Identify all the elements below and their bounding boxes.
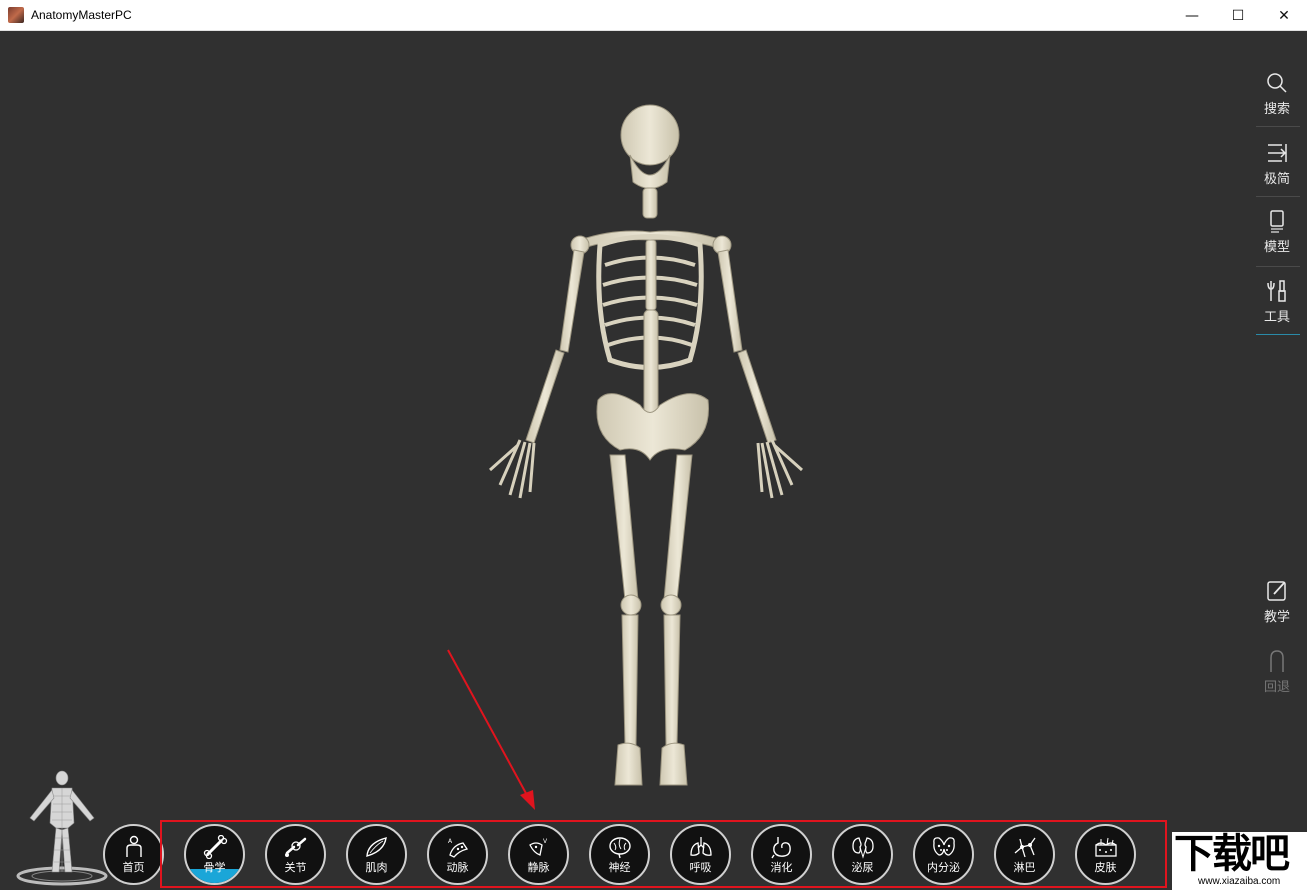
category-lymph[interactable]: 淋巴 — [994, 824, 1055, 885]
category-respiratory[interactable]: 呼吸 — [670, 824, 731, 885]
window-title: AnatomyMasterPC — [31, 8, 132, 22]
category-bone-label: 骨学 — [204, 859, 226, 875]
title-bar: AnatomyMasterPC — ☐ ✕ — [0, 0, 1307, 31]
category-digestive-label: 消化 — [771, 859, 793, 875]
category-lymph-label: 淋巴 — [1014, 859, 1036, 875]
watermark-url: www.xiazaiba.com — [1198, 876, 1280, 887]
category-muscle-label: 肌肉 — [366, 859, 388, 875]
kidney-icon — [850, 835, 876, 859]
bone-icon — [202, 835, 228, 859]
category-respiratory-label: 呼吸 — [690, 859, 712, 875]
minimal-label: 极简 — [1264, 168, 1290, 187]
lungs-icon — [688, 835, 714, 859]
teaching-tool[interactable]: 教学 — [1254, 572, 1300, 634]
tools-tool[interactable]: 工具 — [1254, 272, 1300, 334]
search-icon — [1264, 70, 1290, 96]
annotation-arrow — [440, 645, 550, 815]
category-urinary-label: 泌尿 — [852, 859, 874, 875]
maximize-button[interactable]: ☐ — [1215, 0, 1261, 31]
category-artery-label: 动脉 — [447, 859, 469, 875]
category-joint-label: 关节 — [285, 859, 307, 875]
collapse-icon — [1264, 140, 1290, 166]
close-button[interactable]: ✕ — [1261, 0, 1307, 31]
teaching-label: 教学 — [1264, 606, 1290, 625]
model-label: 模型 — [1264, 236, 1290, 255]
undo-icon — [1264, 648, 1290, 674]
stomach-icon — [769, 835, 795, 859]
undo-label: 回退 — [1264, 676, 1290, 695]
window-controls: — ☐ ✕ — [1169, 0, 1307, 31]
search-label: 搜索 — [1264, 98, 1290, 117]
svg-text:V: V — [543, 838, 548, 845]
category-skin-label: 皮肤 — [1095, 859, 1117, 875]
lymph-icon — [1012, 835, 1038, 859]
model-icon — [1264, 208, 1290, 234]
category-vein[interactable]: V 静脉 — [508, 824, 569, 885]
tools-label: 工具 — [1264, 306, 1290, 325]
category-digestive[interactable]: 消化 — [751, 824, 812, 885]
category-endocrine[interactable]: 内分泌 — [913, 824, 974, 885]
category-nerve[interactable]: 神经 — [589, 824, 650, 885]
joint-icon — [283, 835, 309, 859]
undo-tool[interactable]: 回退 — [1254, 642, 1300, 704]
orientation-figure[interactable] — [16, 768, 108, 886]
edit-icon — [1264, 578, 1290, 604]
category-skin[interactable]: 皮肤 — [1075, 824, 1136, 885]
minimal-tool[interactable]: 极简 — [1254, 134, 1300, 196]
category-artery[interactable]: A 动脉 — [427, 824, 488, 885]
minimize-button[interactable]: — — [1169, 0, 1215, 31]
home-label: 首页 — [123, 859, 145, 875]
vein-icon: V — [526, 835, 552, 859]
svg-text:A: A — [448, 838, 453, 845]
category-endocrine-label: 内分泌 — [927, 859, 960, 875]
search-tool[interactable]: 搜索 — [1254, 64, 1300, 126]
home-button[interactable]: 首页 — [103, 824, 164, 885]
tools-icon — [1264, 278, 1290, 304]
category-bone[interactable]: 骨学 — [184, 824, 245, 885]
app-icon — [8, 7, 24, 23]
skin-icon — [1093, 835, 1119, 859]
thyroid-icon — [931, 835, 957, 859]
category-vein-label: 静脉 — [528, 859, 550, 875]
site-watermark: 下载吧 www.xiazaiba.com — [1172, 832, 1307, 890]
person-icon — [122, 835, 146, 859]
muscle-icon — [364, 835, 390, 859]
category-joint[interactable]: 关节 — [265, 824, 326, 885]
watermark-main: 下载吧 — [1174, 832, 1288, 876]
brain-icon — [607, 835, 633, 859]
category-urinary[interactable]: 泌尿 — [832, 824, 893, 885]
category-nerve-label: 神经 — [609, 859, 631, 875]
artery-icon: A — [445, 835, 471, 859]
category-muscle[interactable]: 肌肉 — [346, 824, 407, 885]
model-tool[interactable]: 模型 — [1254, 202, 1300, 264]
